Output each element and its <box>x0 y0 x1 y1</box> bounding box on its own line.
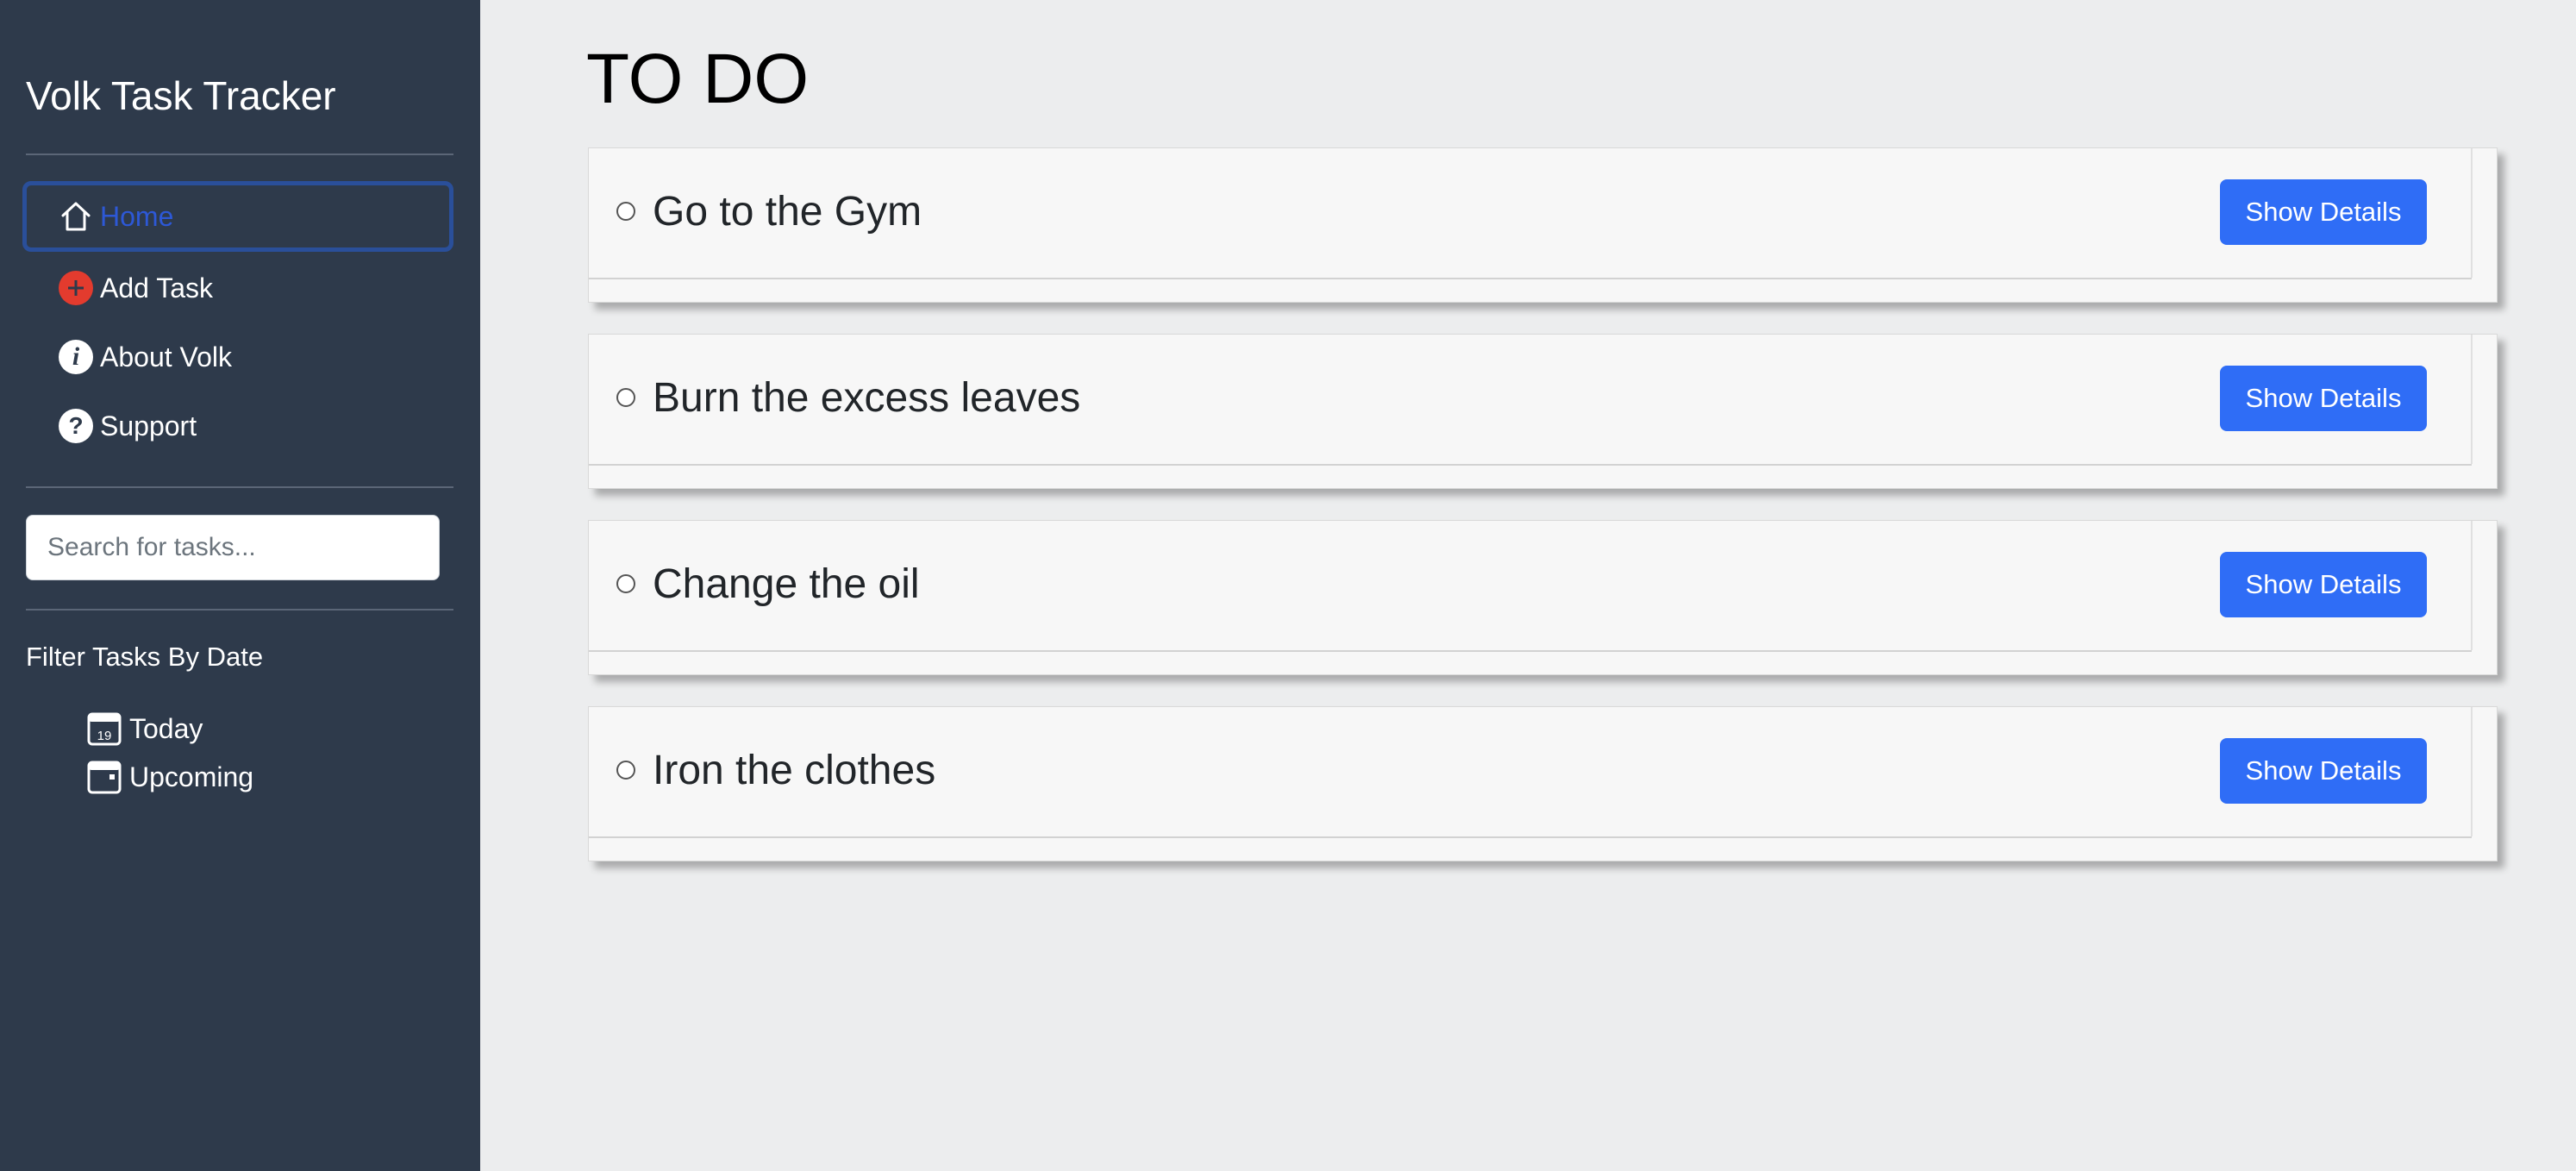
sidebar-divider <box>26 609 453 611</box>
question-icon: ? <box>59 409 93 443</box>
task-title: Change the oil <box>653 561 920 607</box>
app-title: Volk Task Tracker <box>26 73 336 118</box>
sidebar-divider <box>26 153 453 155</box>
task-title: Burn the excess leaves <box>653 375 1081 421</box>
filter-item-label: Upcoming <box>129 761 254 792</box>
task-card: Burn the excess leaves Show Details <box>588 334 2498 489</box>
sidebar-item-label: Support <box>100 410 197 441</box>
sidebar-item-label: Add Task <box>100 272 214 304</box>
show-details-button[interactable]: Show Details <box>2220 738 2427 804</box>
sidebar-item-support[interactable]: ? Support <box>22 391 453 461</box>
task-complete-radio[interactable] <box>616 202 635 221</box>
search-input[interactable] <box>26 515 440 580</box>
task-card: Change the oil Show Details <box>588 520 2498 675</box>
task-card: Go to the Gym Show Details <box>588 147 2498 303</box>
task-title: Go to the Gym <box>653 189 922 235</box>
card-divider <box>2471 335 2473 464</box>
sidebar-item-home[interactable]: Home <box>22 181 453 252</box>
sidebar-item-label: Home <box>100 200 174 232</box>
filter-item-label: Today <box>129 712 203 744</box>
task-title: Iron the clothes <box>653 748 936 793</box>
task-complete-radio[interactable] <box>616 761 635 780</box>
filter-upcoming[interactable]: Upcoming <box>86 758 253 796</box>
page-title: TO DO <box>586 40 810 118</box>
card-divider <box>589 650 2472 652</box>
sidebar-item-about[interactable]: i About Volk <box>22 322 453 392</box>
card-divider <box>589 278 2472 279</box>
card-divider <box>2471 707 2473 836</box>
filter-heading: Filter Tasks By Date <box>26 642 264 672</box>
filter-today[interactable]: 19 Today <box>86 710 203 748</box>
sidebar-divider <box>26 486 453 488</box>
show-details-button[interactable]: Show Details <box>2220 552 2427 617</box>
calendar-day-icon: 19 <box>86 711 122 747</box>
sidebar-item-add-task[interactable]: Add Task <box>22 253 453 323</box>
task-complete-radio[interactable] <box>616 388 635 407</box>
card-divider <box>589 464 2472 466</box>
card-divider <box>589 836 2472 838</box>
show-details-button[interactable]: Show Details <box>2220 179 2427 245</box>
svg-text:19: 19 <box>97 729 112 743</box>
card-divider <box>2471 521 2473 650</box>
home-icon <box>59 199 93 234</box>
show-details-button[interactable]: Show Details <box>2220 366 2427 431</box>
task-card: Iron the clothes Show Details <box>588 706 2498 861</box>
task-complete-radio[interactable] <box>616 574 635 593</box>
add-circle-icon <box>59 271 93 305</box>
card-divider <box>2471 148 2473 278</box>
sidebar: Volk Task Tracker Home Add Task i About … <box>0 0 480 1171</box>
sidebar-item-label: About Volk <box>100 341 232 373</box>
info-icon: i <box>59 340 93 374</box>
calendar-icon <box>86 759 122 795</box>
